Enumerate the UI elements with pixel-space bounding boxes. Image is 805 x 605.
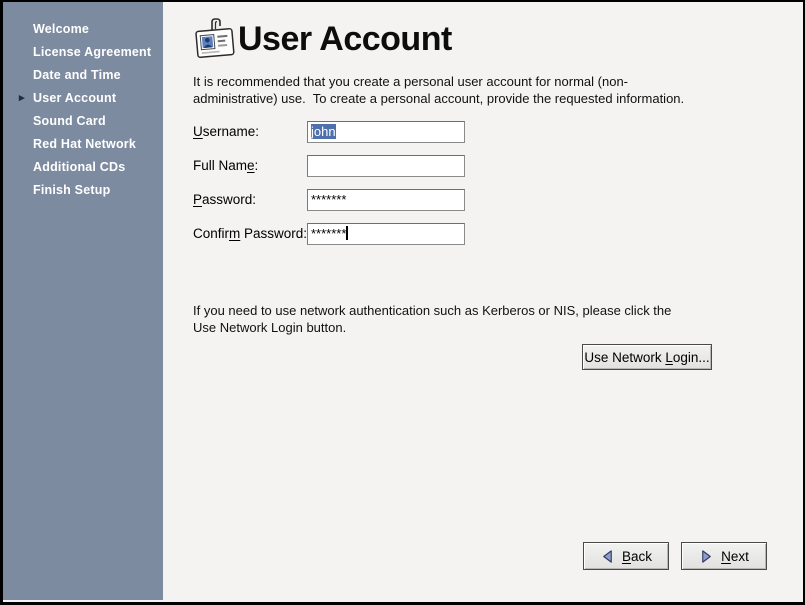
sidebar-item-label: License Agreement: [33, 45, 151, 59]
main-content: User Account It is recommended that you …: [163, 2, 803, 602]
password-input[interactable]: *******: [307, 189, 465, 211]
selected-text: john: [311, 124, 336, 139]
sidebar-item-sound-card: Sound Card: [3, 110, 163, 133]
id-badge-icon: [192, 16, 238, 62]
button-label: Next: [721, 549, 749, 564]
wizard-sidebar: Welcome License Agreement Date and Time …: [3, 2, 163, 600]
page-title: User Account: [238, 20, 452, 59]
confirm-password-label: Confirm Password:: [193, 223, 307, 245]
sidebar-item-welcome: Welcome: [3, 18, 163, 41]
confirm-password-input[interactable]: *******: [307, 223, 465, 245]
arrow-right-icon: [699, 549, 714, 564]
sidebar-item-label: Finish Setup: [33, 183, 110, 197]
username-input[interactable]: john: [307, 121, 465, 143]
sidebar-item-label: Red Hat Network: [33, 137, 136, 151]
sidebar-item-label: User Account: [33, 91, 116, 105]
current-step-arrow-icon: ▸: [19, 87, 25, 110]
username-label: Username:: [193, 121, 259, 143]
masked-text: *******: [311, 226, 346, 241]
sidebar-item-user-account: ▸ User Account: [3, 87, 163, 110]
window-body: Welcome License Agreement Date and Time …: [3, 2, 803, 602]
button-label: Use Network Login...: [584, 350, 709, 365]
back-button[interactable]: Back: [583, 542, 669, 570]
full-name-label: Full Name:: [193, 155, 258, 177]
sidebar-item-red-hat-network: Red Hat Network: [3, 133, 163, 156]
sidebar-item-additional-cds: Additional CDs: [3, 156, 163, 179]
text-cursor: [346, 226, 348, 240]
use-network-login-button[interactable]: Use Network Login...: [582, 344, 712, 370]
wizard-step-list: Welcome License Agreement Date and Time …: [3, 2, 163, 202]
sidebar-item-license-agreement: License Agreement: [3, 41, 163, 64]
sidebar-item-date-and-time: Date and Time: [3, 64, 163, 87]
network-login-info-text: If you need to use network authenticatio…: [193, 302, 773, 336]
password-label: Password:: [193, 189, 256, 211]
setup-agent-window: Welcome License Agreement Date and Time …: [0, 0, 805, 605]
arrow-left-icon: [600, 549, 615, 564]
intro-text: It is recommended that you create a pers…: [193, 73, 773, 107]
sidebar-item-label: Date and Time: [33, 68, 121, 82]
button-label: Back: [622, 549, 652, 564]
sidebar-item-finish-setup: Finish Setup: [3, 179, 163, 202]
full-name-input[interactable]: [307, 155, 465, 177]
sidebar-item-label: Welcome: [33, 22, 89, 36]
next-button[interactable]: Next: [681, 542, 767, 570]
sidebar-item-label: Additional CDs: [33, 160, 125, 174]
masked-text: *******: [311, 192, 346, 207]
sidebar-item-label: Sound Card: [33, 114, 106, 128]
